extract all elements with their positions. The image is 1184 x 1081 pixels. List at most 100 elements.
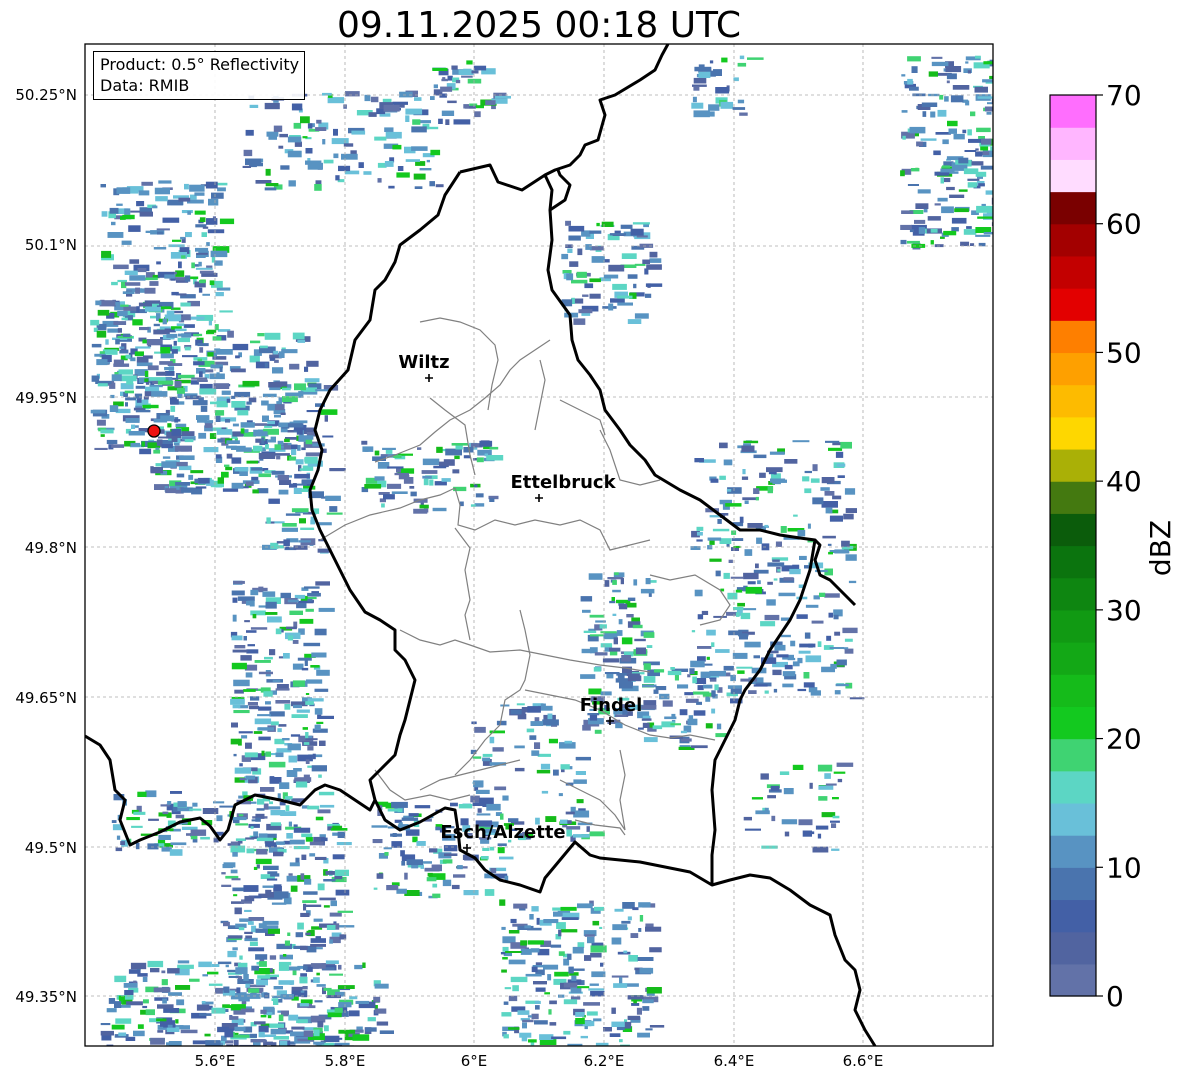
echo-cell (329, 1037, 343, 1040)
echo-cell (189, 808, 202, 811)
echo-cell (319, 804, 335, 808)
product-label: Product: 0.5° Reflectivity (100, 55, 300, 74)
echo-cell (144, 300, 161, 304)
echo-cell (748, 690, 757, 694)
echo-cell (642, 259, 650, 264)
echo-cell (170, 791, 182, 794)
echo-cell (474, 503, 485, 507)
echo-cell (411, 146, 428, 151)
echo-cell (286, 833, 293, 839)
echo-cell (737, 602, 745, 607)
echo-cell (732, 107, 746, 110)
echo-cell (91, 375, 100, 382)
echo-cell (548, 1009, 552, 1015)
echo-cell (438, 118, 443, 124)
echo-cell (111, 221, 116, 226)
echo-cell (137, 791, 147, 797)
echo-cell (264, 362, 268, 368)
echo-cell (258, 1031, 265, 1038)
echo-cell (577, 903, 593, 909)
echo-cell (627, 597, 636, 601)
echo-cell (834, 631, 841, 636)
echo-cell (179, 455, 195, 460)
echo-cell (442, 859, 453, 864)
echo-cell (334, 869, 349, 876)
echo-cell (374, 476, 385, 481)
colorbar-swatch (1050, 899, 1096, 933)
echo-cell (635, 647, 646, 655)
echo-cell (568, 966, 574, 974)
echo-cell (141, 441, 145, 447)
echo-cell (332, 825, 342, 830)
echo-cell (782, 671, 796, 677)
echo-cell (243, 974, 249, 981)
echo-cell (173, 340, 177, 346)
echo-cell (742, 608, 757, 611)
echo-cell (333, 128, 338, 136)
echo-cell (175, 985, 191, 990)
echo-cell (329, 939, 333, 944)
echo-cell (531, 966, 538, 973)
echo-cell (689, 668, 695, 674)
echo-cell (214, 324, 219, 331)
echo-cell (191, 377, 208, 380)
echo-cell (331, 138, 349, 145)
echo-cell (280, 811, 297, 816)
echo-cell (242, 380, 260, 387)
echo-cell (560, 929, 578, 933)
colorbar-label: dBZ (1144, 520, 1177, 576)
echo-cell (549, 1022, 557, 1026)
echo-cell (184, 346, 191, 351)
echo-cell (156, 313, 161, 320)
echo-cell (221, 872, 226, 875)
echo-cell (607, 577, 623, 580)
echo-cell (766, 599, 776, 606)
echo-cell (305, 738, 318, 741)
echo-cell (421, 470, 438, 474)
colorbar-swatch (1050, 802, 1096, 836)
echo-cell (249, 104, 259, 108)
echo-cell (232, 614, 237, 622)
echo-cell (292, 680, 306, 687)
echo-cell (826, 635, 832, 641)
echo-cell (160, 353, 174, 359)
echo-cell (527, 706, 541, 713)
echo-cell (600, 962, 604, 967)
echo-cell (221, 471, 229, 478)
echo-cell (842, 627, 858, 634)
echo-cell (158, 180, 172, 184)
echo-cell (99, 300, 116, 307)
echo-cell (224, 1030, 234, 1038)
echo-cell (617, 302, 633, 306)
echo-cell (589, 831, 605, 837)
echo-cell (304, 378, 320, 383)
echo-cell (739, 516, 744, 523)
echo-cell (499, 899, 506, 906)
echo-cell (268, 498, 280, 504)
echo-cell (832, 797, 839, 800)
echo-cell (151, 391, 168, 397)
echo-cell (288, 1014, 299, 1021)
echo-cell (221, 390, 231, 395)
echo-cell (315, 1041, 322, 1046)
echo-cell (113, 321, 127, 325)
echo-cell (370, 96, 379, 103)
echo-cell (231, 457, 242, 464)
echo-cell (304, 456, 318, 464)
echo-cell (845, 554, 857, 561)
echo-cell (288, 821, 292, 827)
echo-cell (958, 157, 969, 164)
echo-cell (314, 708, 323, 715)
echo-cell (229, 1016, 239, 1020)
echo-cell (986, 111, 992, 115)
echo-cell (831, 848, 840, 851)
echo-cell (171, 291, 179, 296)
echo-cell (427, 872, 433, 877)
echo-cell (257, 488, 269, 494)
echo-cell (314, 1000, 323, 1003)
echo-cell (723, 459, 733, 466)
echo-cell (307, 698, 324, 702)
echo-cell (967, 70, 971, 74)
echo-cell (527, 940, 544, 945)
echo-cell (611, 597, 615, 602)
